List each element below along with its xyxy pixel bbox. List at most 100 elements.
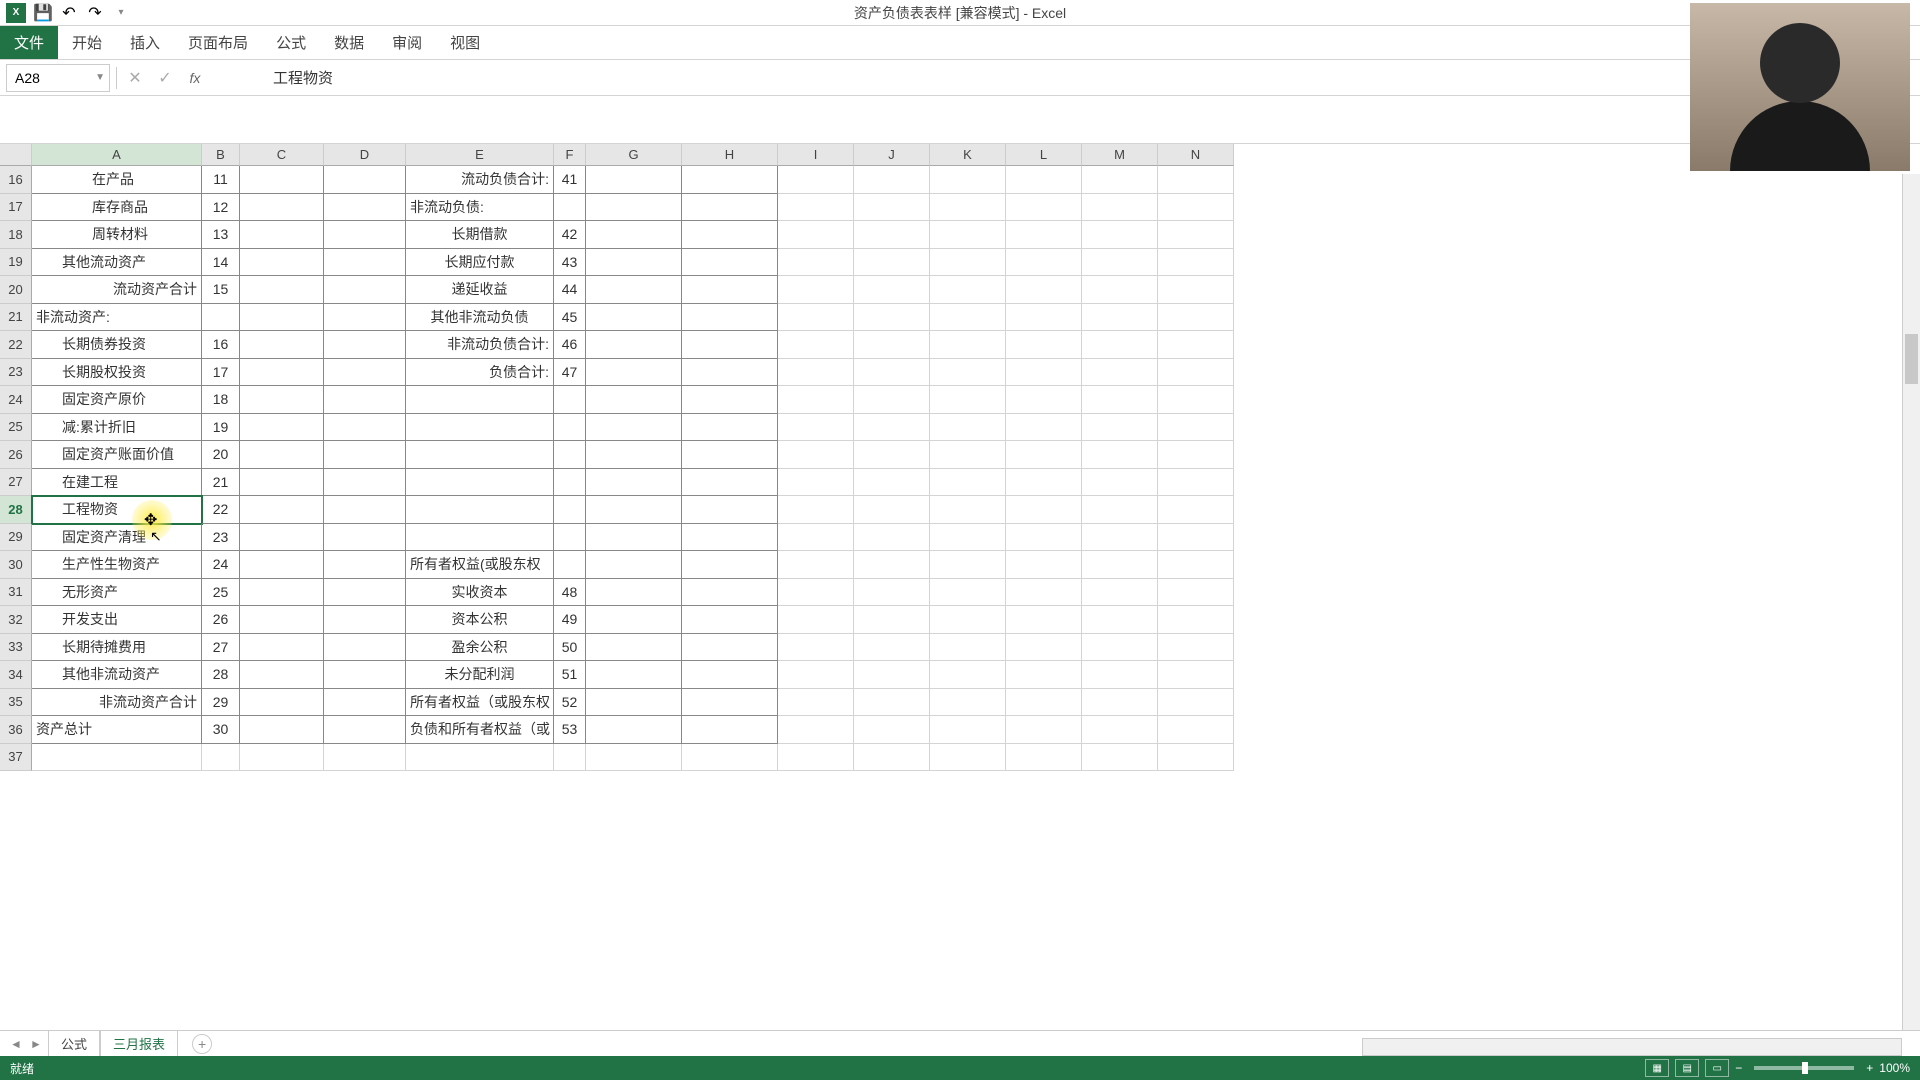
cell-L34[interactable]: [1006, 661, 1082, 689]
cell-N25[interactable]: [1158, 414, 1234, 442]
cell-F16[interactable]: 41: [554, 166, 586, 194]
cell-L17[interactable]: [1006, 194, 1082, 222]
cell-L23[interactable]: [1006, 359, 1082, 387]
cell-N21[interactable]: [1158, 304, 1234, 332]
cell-G31[interactable]: [586, 579, 682, 607]
cell-N33[interactable]: [1158, 634, 1234, 662]
cell-D22[interactable]: [324, 331, 406, 359]
cell-K28[interactable]: [930, 496, 1006, 524]
cell-G34[interactable]: [586, 661, 682, 689]
cell-K27[interactable]: [930, 469, 1006, 497]
cell-L21[interactable]: [1006, 304, 1082, 332]
cell-K19[interactable]: [930, 249, 1006, 277]
tab-视图[interactable]: 视图: [436, 26, 494, 59]
cell-A33[interactable]: 长期待摊费用: [32, 634, 202, 662]
cell-B33[interactable]: 27: [202, 634, 240, 662]
cell-K21[interactable]: [930, 304, 1006, 332]
cell-M18[interactable]: [1082, 221, 1158, 249]
cell-L37[interactable]: [1006, 744, 1082, 772]
cell-F25[interactable]: [554, 414, 586, 442]
col-header-B[interactable]: B: [202, 144, 240, 166]
cell-N22[interactable]: [1158, 331, 1234, 359]
cell-D30[interactable]: [324, 551, 406, 579]
cell-C28[interactable]: [240, 496, 324, 524]
cell-A16[interactable]: 在产品: [32, 166, 202, 194]
zoom-in-button[interactable]: +: [1866, 1061, 1873, 1075]
cell-B21[interactable]: [202, 304, 240, 332]
cell-C23[interactable]: [240, 359, 324, 387]
cell-I22[interactable]: [778, 331, 854, 359]
cell-I30[interactable]: [778, 551, 854, 579]
cell-H25[interactable]: [682, 414, 778, 442]
cell-D24[interactable]: [324, 386, 406, 414]
cell-L26[interactable]: [1006, 441, 1082, 469]
cell-G35[interactable]: [586, 689, 682, 717]
cell-E20[interactable]: 递延收益: [406, 276, 554, 304]
name-box[interactable]: A28 ▼: [6, 64, 110, 92]
undo-icon[interactable]: ↶: [60, 4, 78, 22]
cell-N30[interactable]: [1158, 551, 1234, 579]
cancel-icon[interactable]: ✕: [123, 66, 147, 90]
cell-N31[interactable]: [1158, 579, 1234, 607]
cell-E25[interactable]: [406, 414, 554, 442]
cell-E37[interactable]: [406, 744, 554, 772]
cell-K35[interactable]: [930, 689, 1006, 717]
cell-G22[interactable]: [586, 331, 682, 359]
cell-A19[interactable]: 其他流动资产: [32, 249, 202, 277]
cell-G17[interactable]: [586, 194, 682, 222]
cell-M29[interactable]: [1082, 524, 1158, 552]
cell-L27[interactable]: [1006, 469, 1082, 497]
row-header[interactable]: 20: [0, 276, 32, 304]
cell-K36[interactable]: [930, 716, 1006, 744]
cell-E31[interactable]: 实收资本: [406, 579, 554, 607]
cell-K23[interactable]: [930, 359, 1006, 387]
cell-F26[interactable]: [554, 441, 586, 469]
cell-F24[interactable]: [554, 386, 586, 414]
cell-F20[interactable]: 44: [554, 276, 586, 304]
col-header-M[interactable]: M: [1082, 144, 1158, 166]
cell-H32[interactable]: [682, 606, 778, 634]
cell-G19[interactable]: [586, 249, 682, 277]
cell-C34[interactable]: [240, 661, 324, 689]
cell-G25[interactable]: [586, 414, 682, 442]
cell-E30[interactable]: 所有者权益(或股东权: [406, 551, 554, 579]
zoom-out-button[interactable]: −: [1735, 1061, 1742, 1075]
row-header[interactable]: 35: [0, 689, 32, 717]
cell-F36[interactable]: 53: [554, 716, 586, 744]
cell-F35[interactable]: 52: [554, 689, 586, 717]
col-header-C[interactable]: C: [240, 144, 324, 166]
cell-G26[interactable]: [586, 441, 682, 469]
cell-A37[interactable]: [32, 744, 202, 772]
cell-L33[interactable]: [1006, 634, 1082, 662]
cell-J28[interactable]: [854, 496, 930, 524]
tab-公式[interactable]: 公式: [262, 26, 320, 59]
col-header-N[interactable]: N: [1158, 144, 1234, 166]
cell-M19[interactable]: [1082, 249, 1158, 277]
cell-B18[interactable]: 13: [202, 221, 240, 249]
cell-H34[interactable]: [682, 661, 778, 689]
cell-G18[interactable]: [586, 221, 682, 249]
cell-I33[interactable]: [778, 634, 854, 662]
cell-D36[interactable]: [324, 716, 406, 744]
cell-A31[interactable]: 无形资产: [32, 579, 202, 607]
col-header-J[interactable]: J: [854, 144, 930, 166]
row-header[interactable]: 31: [0, 579, 32, 607]
cell-N17[interactable]: [1158, 194, 1234, 222]
cell-B24[interactable]: 18: [202, 386, 240, 414]
cell-D28[interactable]: [324, 496, 406, 524]
cell-J34[interactable]: [854, 661, 930, 689]
cell-M26[interactable]: [1082, 441, 1158, 469]
cell-J22[interactable]: [854, 331, 930, 359]
cell-I32[interactable]: [778, 606, 854, 634]
cell-L25[interactable]: [1006, 414, 1082, 442]
cell-J30[interactable]: [854, 551, 930, 579]
row-header[interactable]: 32: [0, 606, 32, 634]
cell-N18[interactable]: [1158, 221, 1234, 249]
cell-K37[interactable]: [930, 744, 1006, 772]
cell-H20[interactable]: [682, 276, 778, 304]
cell-B36[interactable]: 30: [202, 716, 240, 744]
cell-K17[interactable]: [930, 194, 1006, 222]
cell-D20[interactable]: [324, 276, 406, 304]
cell-H26[interactable]: [682, 441, 778, 469]
cell-G23[interactable]: [586, 359, 682, 387]
